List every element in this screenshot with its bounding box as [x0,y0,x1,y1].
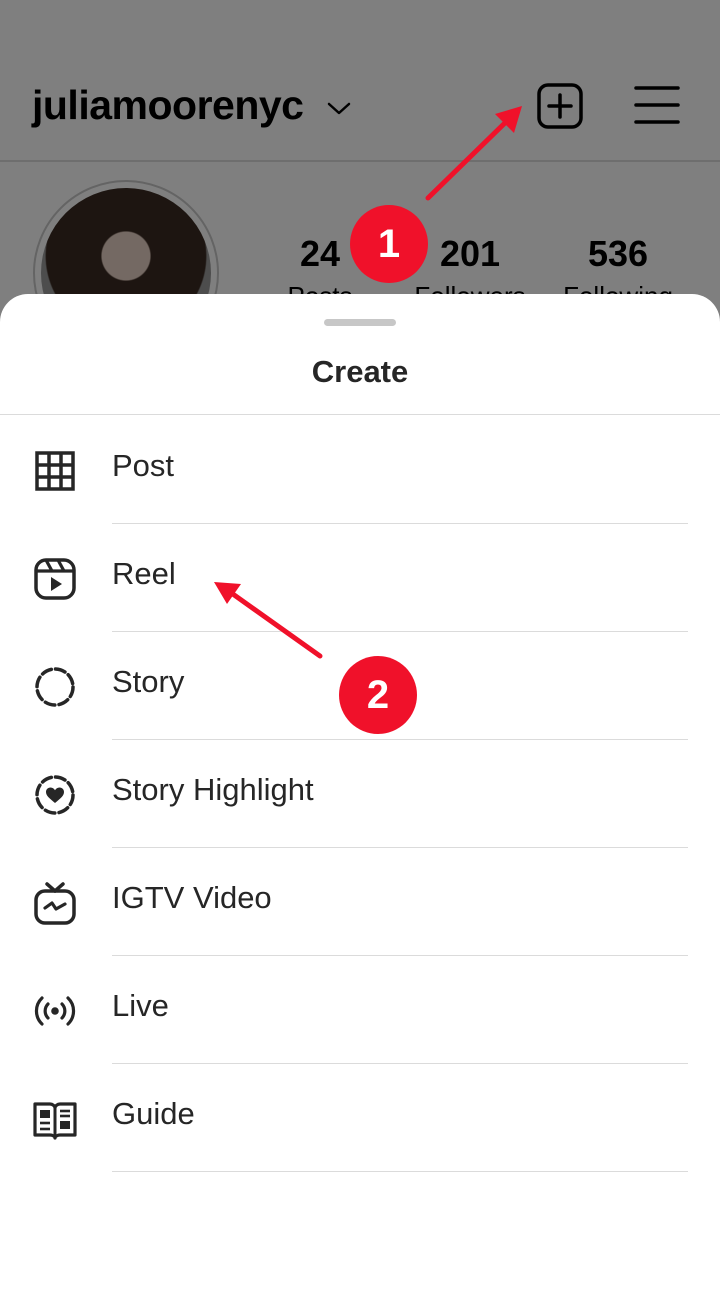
create-menu-label-igtv-video: IGTV Video [112,880,272,915]
create-menu-label-story-highlight: Story Highlight [112,772,314,807]
step-2-badge: 2 [339,656,417,734]
create-menu-label-guide: Guide [112,1096,195,1131]
grid-icon [32,448,78,494]
create-menu-label-live: Live [112,988,169,1023]
create-menu-label-story: Story [112,664,185,699]
create-menu-item-igtv-video[interactable]: IGTV Video [0,848,720,956]
row-divider [112,1171,688,1172]
create-menu-label-post: Post [112,448,175,483]
story-icon [32,664,78,710]
create-menu: Post Reel Story Story Highlight IGTV Vid… [0,416,720,1172]
create-bottom-sheet: Create Post Reel Story Story Highlight I… [0,294,720,1294]
sheet-title-divider [0,414,720,415]
sheet-title: Create [311,354,409,389]
create-menu-item-story-highlight[interactable]: Story Highlight [0,740,720,848]
create-menu-item-post[interactable]: Post [0,416,720,524]
reels-icon [32,556,78,602]
create-menu-label-reel: Reel [112,556,176,591]
create-menu-item-live[interactable]: Live [0,956,720,1064]
create-menu-item-reel[interactable]: Reel [0,524,720,632]
story-highlight-icon [32,772,78,818]
step-1-badge: 1 [350,205,428,283]
guide-icon [32,1096,78,1142]
igtv-icon [32,880,78,926]
live-icon [32,988,78,1034]
create-menu-item-guide[interactable]: Guide [0,1064,720,1172]
sheet-drag-handle[interactable] [324,319,396,326]
